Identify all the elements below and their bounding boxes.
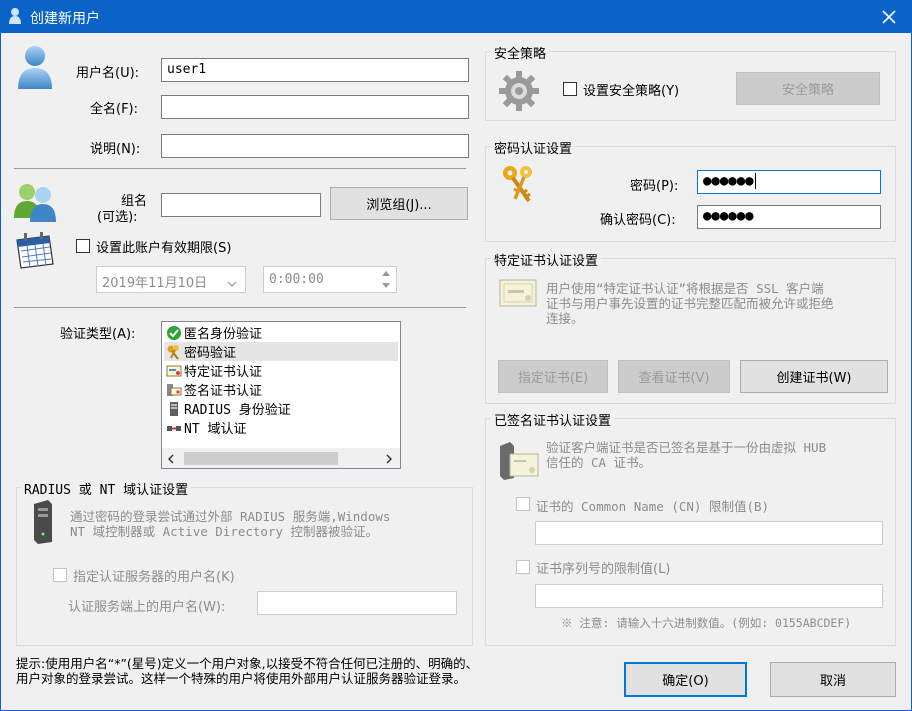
radius-desc-line2: NT 域控制器或 Active Directory 控制器被验证。 [70, 524, 379, 539]
app-user-icon [8, 7, 22, 25]
expiry-date-value: 2019年11月10日 [102, 276, 208, 291]
calendar-icon [15, 232, 55, 270]
confirm-password-input[interactable]: ●●●●●● [697, 205, 881, 229]
certificate-icon [166, 365, 182, 376]
radius-group-title: RADIUS 或 NT 域认证设置 [21, 479, 192, 498]
text-cursor [754, 173, 756, 189]
scroll-right-icon[interactable] [386, 453, 393, 468]
expiry-checkbox[interactable] [76, 239, 90, 253]
expiry-date-picker[interactable]: 2019年11月10日 [96, 266, 246, 293]
scroll-left-icon[interactable] [167, 453, 174, 468]
list-item[interactable]: 签名证书认证 [164, 380, 398, 399]
signed-desc-line2: 信任的 CA 证书。 [546, 455, 652, 470]
password-label: 密码(P): [630, 179, 679, 194]
certificate-icon [499, 278, 537, 308]
separator [14, 168, 466, 169]
description-input[interactable] [161, 134, 469, 158]
hex-note: ※ 注意: 请输入十六进制数值。(例如: 0155ABCDEF) [561, 616, 852, 630]
hint-line2: 用户对象的登录尝试。这样一个特殊的用户将使用外部用户认证服务器验证登录。 [16, 671, 467, 686]
username-input[interactable]: user1 [161, 58, 469, 82]
serial-limit-checkbox[interactable] [516, 560, 530, 574]
create-cert-button[interactable]: 创建证书(W) [740, 360, 888, 393]
group-input[interactable] [161, 193, 321, 217]
chevron-down-icon [227, 276, 237, 291]
list-item[interactable]: NT 域认证 [164, 418, 398, 437]
list-item[interactable]: 匿名身份验证 [164, 323, 398, 342]
server-username-label: 认证服务端上的用户名(W): [68, 600, 226, 615]
window-title: 创建新用户 [30, 11, 100, 27]
gear-icon [498, 70, 540, 112]
title-bar[interactable]: 创建新用户 [0, 0, 912, 33]
security-policy-button[interactable]: 安全策略 [736, 72, 880, 105]
keys-icon [167, 344, 179, 360]
separator [14, 307, 466, 308]
auth-type-list[interactable]: 匿名身份验证 密码验证 特定证书认证 签名证书认证 RADIUS 身份验证 NT… [161, 321, 401, 469]
list-item[interactable]: 特定证书认证 [164, 361, 398, 380]
cert-desc-line3: 连接。 [546, 311, 584, 326]
group-users-icon [14, 182, 58, 222]
serial-limit-label: 证书序列号的限制值(L) [536, 562, 671, 577]
password-value: ●●●●●● [703, 173, 754, 189]
security-policy-checkbox-label: 设置安全策略(Y) [583, 84, 680, 99]
server-icon [170, 401, 178, 416]
signed-certificate-icon [167, 383, 182, 396]
list-item[interactable]: 密码验证 [164, 342, 398, 361]
close-icon[interactable] [872, 3, 906, 31]
cert-group-title: 特定证书认证设置 [491, 250, 602, 269]
user-avatar-icon [16, 44, 54, 90]
keys-icon [499, 163, 541, 205]
scroll-thumb[interactable] [184, 452, 338, 465]
server-tower-icon [32, 500, 54, 544]
list-item[interactable]: RADIUS 身份验证 [164, 399, 398, 418]
cert-desc-line2: 证书与用户事先设置的证书完整匹配而被允许或拒绝 [546, 296, 834, 311]
group-label-line2: (可选): [97, 210, 138, 225]
security-group-title: 安全策略 [491, 43, 550, 62]
confirm-password-label: 确认密码(C): [600, 213, 676, 228]
specify-cert-button[interactable]: 指定证书(E) [498, 360, 608, 393]
description-label: 说明(N): [90, 142, 141, 157]
spin-down-icon[interactable] [378, 280, 394, 291]
cn-limit-checkbox[interactable] [516, 497, 530, 511]
view-cert-button[interactable]: 查看证书(V) [618, 360, 730, 393]
expiry-checkbox-label: 设置此账户有效期限(S) [96, 241, 232, 256]
fullname-input[interactable] [161, 95, 469, 119]
username-label: 用户名(U): [76, 66, 140, 81]
expiry-time-input[interactable]: 0:00:00 [263, 266, 397, 293]
horizontal-scrollbar[interactable] [162, 448, 400, 468]
password-input[interactable]: ●●●●●● [697, 170, 881, 194]
radius-username-checkbox-label: 指定认证服务器的用户名(K) [73, 570, 235, 585]
spin-up-icon[interactable] [378, 268, 394, 279]
browse-group-button[interactable]: 浏览组(J)... [330, 187, 468, 220]
check-circle-icon [167, 325, 181, 340]
cn-limit-input[interactable] [535, 521, 883, 545]
password-group-title: 密码认证设置 [491, 138, 576, 157]
expiry-time-value: 0:00:00 [269, 272, 324, 287]
cn-limit-label: 证书的 Common Name (CN) 限制值(B) [536, 499, 770, 514]
radius-username-checkbox[interactable] [53, 568, 67, 582]
ok-button[interactable]: 确定(O) [624, 662, 747, 697]
auth-type-label: 验证类型(A): [60, 327, 136, 342]
server-username-input[interactable] [257, 591, 457, 615]
serial-limit-input[interactable] [535, 584, 883, 608]
security-policy-checkbox[interactable] [563, 82, 577, 96]
fullname-label: 全名(F): [90, 102, 139, 117]
cancel-button[interactable]: 取消 [770, 662, 896, 697]
network-icon [167, 425, 181, 431]
signed-certificate-icon [498, 440, 540, 480]
signed-cert-group-title: 已签名证书认证设置 [491, 410, 615, 429]
